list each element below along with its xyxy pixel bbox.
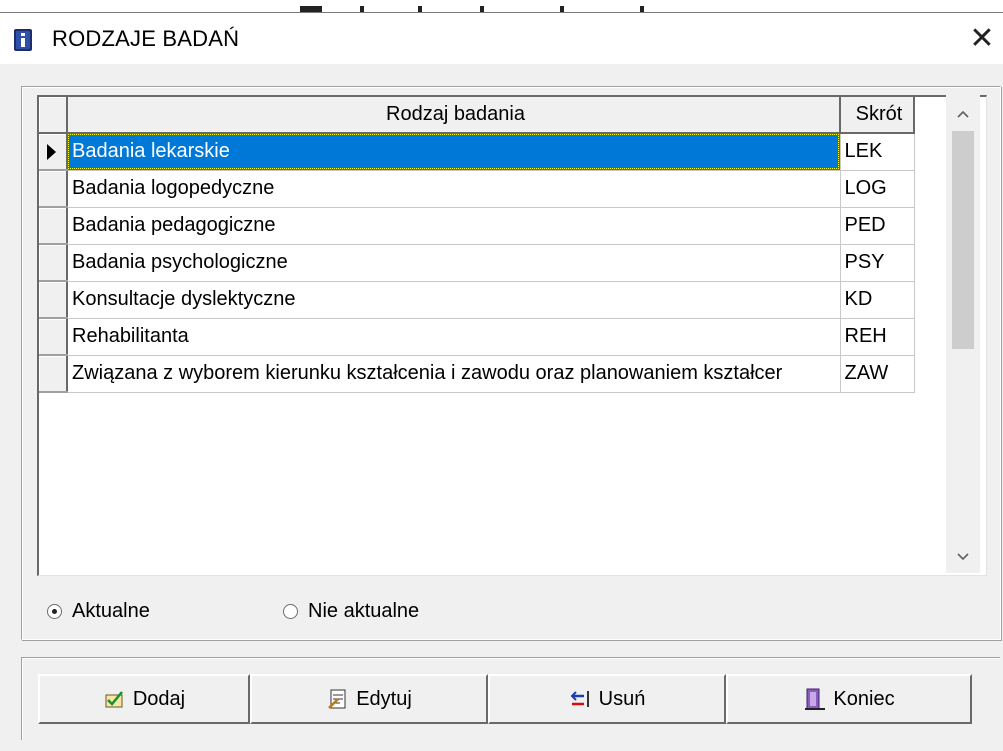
exit-button[interactable]: Koniec: [726, 674, 972, 724]
radio-dot[interactable]: [47, 603, 62, 619]
exit-door-icon: [805, 688, 826, 710]
table-row[interactable]: Badania lekarskie LEK: [39, 133, 915, 171]
cell-code[interactable]: PSY: [840, 244, 915, 282]
row-indicator[interactable]: [39, 133, 68, 171]
title-bar: RODZAJE BADAŃ ✕: [0, 0, 1003, 70]
delete-button[interactable]: Usuń: [488, 674, 726, 724]
add-button-label: Dodaj: [132, 687, 186, 710]
table-row[interactable]: Badania logopedyczne LOG: [39, 170, 915, 208]
cell-name[interactable]: Rehabilitanta: [67, 318, 841, 356]
radio-label: Aktualne: [72, 599, 150, 622]
radio-label: Nie aktualne: [308, 599, 420, 622]
radio-dot[interactable]: [283, 603, 298, 619]
header-corner: [39, 97, 68, 134]
cell-code[interactable]: ZAW: [840, 355, 915, 393]
edit-icon: [328, 689, 346, 709]
vertical-scrollbar[interactable]: [946, 95, 980, 573]
scroll-thumb[interactable]: [952, 131, 974, 349]
edit-button[interactable]: Edytuj: [250, 674, 488, 724]
row-indicator[interactable]: [39, 244, 68, 282]
cell-name[interactable]: Badania pedagogiczne: [67, 207, 841, 245]
top-edge: [0, 0, 1003, 14]
row-indicator[interactable]: [39, 207, 68, 245]
column-header-code[interactable]: Skrót: [840, 97, 915, 134]
cell-name[interactable]: Badania psychologiczne: [67, 244, 841, 282]
edit-button-label: Edytuj: [356, 687, 412, 710]
cell-code[interactable]: PED: [840, 207, 915, 245]
row-indicator[interactable]: [39, 318, 68, 356]
cell-code[interactable]: LOG: [840, 170, 915, 208]
current-row-arrow-icon: [47, 144, 56, 160]
table-row[interactable]: Badania psychologiczne PSY: [39, 244, 915, 282]
scroll-up-icon[interactable]: [946, 95, 980, 129]
window-title: RODZAJE BADAŃ: [52, 26, 240, 51]
row-indicator[interactable]: [39, 170, 68, 208]
grid-header: Rodzaj badania Skrót: [39, 97, 915, 134]
add-icon: [105, 691, 123, 708]
radio-nie-aktualne[interactable]: Nie aktualne: [283, 598, 419, 624]
column-header-name[interactable]: Rodzaj badania: [67, 97, 841, 134]
cell-name[interactable]: Badania logopedyczne: [67, 170, 841, 208]
delete-icon: [570, 691, 589, 707]
data-grid[interactable]: Rodzaj badania Skrót Badania lekarskie L…: [37, 95, 987, 576]
cell-code[interactable]: LEK: [840, 133, 915, 171]
cell-code[interactable]: REH: [840, 318, 915, 356]
delete-button-label: Usuń: [598, 687, 646, 710]
cell-name[interactable]: Związana z wyborem kierunku kształcenia …: [67, 355, 841, 393]
radio-aktualne[interactable]: Aktualne: [47, 598, 150, 624]
cell-code[interactable]: KD: [840, 281, 915, 319]
close-icon[interactable]: ✕: [965, 22, 999, 56]
add-button[interactable]: Dodaj: [38, 674, 250, 724]
row-indicator[interactable]: [39, 281, 68, 319]
exit-button-label: Koniec: [833, 687, 895, 710]
cell-name[interactable]: Konsultacje dyslektyczne: [67, 281, 841, 319]
table-row[interactable]: Związana z wyborem kierunku kształcenia …: [39, 355, 915, 393]
cell-name[interactable]: Badania lekarskie: [67, 133, 841, 171]
table-row[interactable]: Badania pedagogiczne PED: [39, 207, 915, 245]
table-row[interactable]: Rehabilitanta REH: [39, 318, 915, 356]
row-indicator[interactable]: [39, 355, 68, 393]
info-book-icon: [14, 29, 32, 51]
scroll-down-icon[interactable]: [946, 539, 980, 573]
table-row[interactable]: Konsultacje dyslektyczne KD: [39, 281, 915, 319]
